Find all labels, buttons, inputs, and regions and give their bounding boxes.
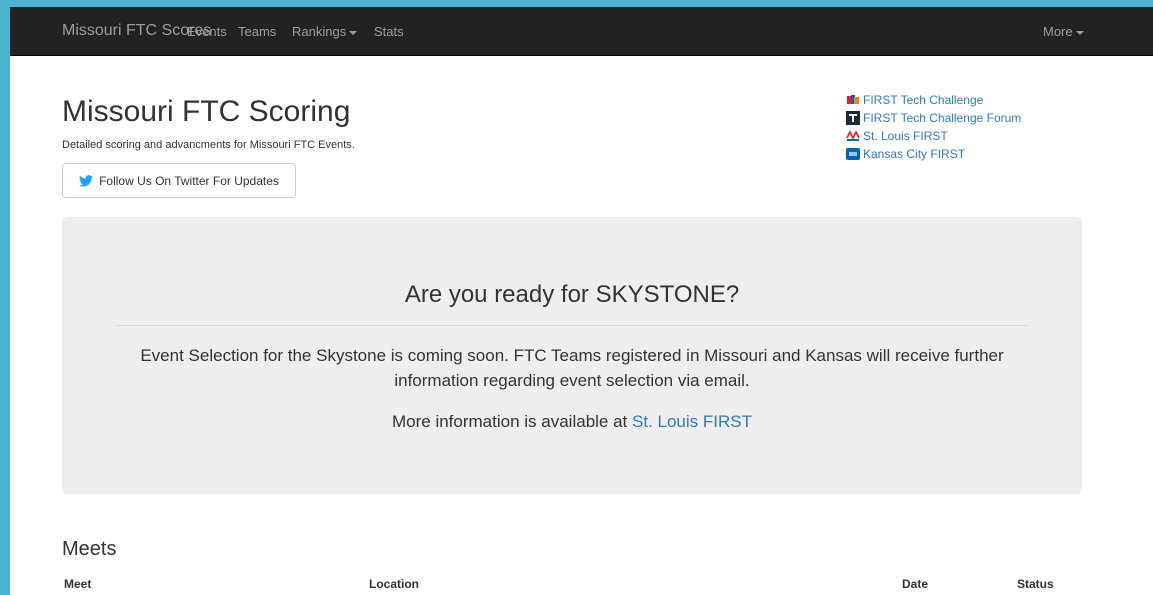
- nav-item-teams[interactable]: Teams: [238, 24, 276, 39]
- link-label: Kansas City FIRST: [863, 147, 966, 161]
- jumbotron-more-info: More information is available at St. Lou…: [62, 412, 1082, 432]
- nav-item-more[interactable]: More: [1043, 24, 1084, 39]
- jumbotron-title: Are you ready for SKYSTONE?: [404, 281, 740, 308]
- caret-down-icon: [349, 30, 358, 35]
- page-subtitle: Detailed scoring and advancments for Mis…: [62, 139, 355, 151]
- page-title: Missouri FTC Scoring: [62, 95, 351, 128]
- external-links: FIRST Tech Challenge FIRST Tech Challeng…: [846, 91, 1021, 163]
- nav-item-rankings-label: Rankings: [292, 24, 347, 39]
- column-header-meet: Meet: [64, 577, 92, 591]
- nav-item-more-label: More: [1043, 24, 1073, 39]
- column-header-location: Location: [369, 577, 419, 591]
- nav-item-events[interactable]: Events: [187, 24, 227, 39]
- stl-first-link[interactable]: St. Louis FIRST: [632, 412, 752, 431]
- meets-heading: Meets: [62, 538, 117, 560]
- column-header-date: Date: [902, 577, 929, 591]
- kc-first-logo-icon: [846, 148, 860, 160]
- forum-logo-icon: [846, 111, 860, 125]
- link-stl-first[interactable]: St. Louis FIRST: [846, 127, 1021, 145]
- twitter-follow-button[interactable]: Follow Us On Twitter For Updates: [62, 163, 296, 198]
- caret-down-icon: [1075, 30, 1084, 35]
- twitter-bird-icon: [79, 174, 94, 187]
- link-label: St. Louis FIRST: [863, 129, 948, 143]
- link-label: FIRST Tech Challenge: [863, 93, 984, 107]
- column-header-status: Status: [1017, 577, 1054, 591]
- link-kc-first[interactable]: Kansas City FIRST: [846, 145, 1021, 163]
- twitter-button-label: Follow Us On Twitter For Updates: [99, 173, 279, 188]
- more-info-text: More information is available at: [392, 412, 633, 431]
- link-ftc-forum[interactable]: FIRST Tech Challenge Forum: [846, 109, 1021, 127]
- announcement-jumbotron: Are you ready for SKYSTONE? Event Select…: [62, 217, 1082, 494]
- top-navbar: Missouri FTC Scores Events Teams Ranking…: [10, 7, 1153, 56]
- link-ftc[interactable]: FIRST Tech Challenge: [846, 91, 1021, 109]
- ftc-logo-icon: [847, 95, 859, 104]
- stl-first-logo-icon: [846, 130, 860, 141]
- link-label: FIRST Tech Challenge Forum: [863, 111, 1022, 125]
- page-frame: Missouri FTC Scores Events Teams Ranking…: [10, 7, 1153, 595]
- jumbotron-divider: [115, 325, 1029, 326]
- nav-item-stats[interactable]: Stats: [374, 24, 404, 39]
- nav-item-rankings[interactable]: Rankings: [292, 24, 358, 39]
- jumbotron-text: Event Selection for the Skystone is comi…: [140, 346, 1004, 390]
